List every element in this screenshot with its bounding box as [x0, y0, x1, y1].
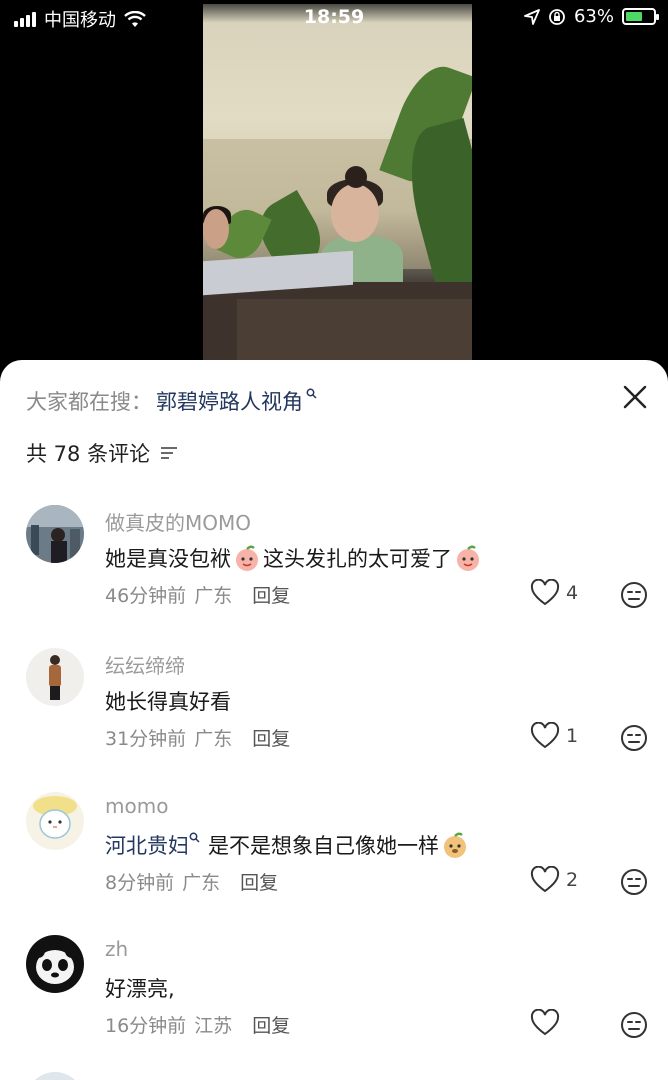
battery-icon — [622, 8, 659, 25]
avatar[interactable] — [26, 792, 84, 850]
mention-link[interactable]: 河北贵妇 — [105, 830, 189, 860]
comment-item: 纭纭缔缔 她长得真好看 31分钟前 广东 回复 1 — [0, 648, 668, 778]
dislike-face-icon[interactable] — [620, 1011, 648, 1039]
like-count: 1 — [566, 725, 579, 747]
comment-location: 江苏 — [194, 1015, 233, 1037]
sort-filter-icon[interactable] — [160, 445, 178, 461]
orientation-lock-icon — [549, 8, 565, 25]
avatar[interactable] — [26, 935, 84, 993]
comment-meta: 46分钟前 广东 回复 — [105, 581, 290, 608]
comment-count-label: 共 78 条评论 — [26, 442, 151, 466]
comment-text: 她是真没包袱 这头发扎的太可爱了 — [105, 543, 484, 573]
search-term-link[interactable]: 郭碧婷路人视角 — [156, 386, 303, 416]
heart-icon — [530, 1009, 560, 1036]
search-prefix: 大家都在搜： — [26, 390, 152, 414]
avatar[interactable] — [26, 505, 84, 563]
reply-button[interactable]: 回复 — [240, 868, 278, 895]
peach-emoji-icon — [457, 545, 479, 571]
comment-location: 广东 — [194, 585, 233, 607]
comment-text-part: 好漂亮, — [105, 977, 175, 1001]
heart-icon — [530, 579, 560, 606]
like-count: 2 — [566, 869, 579, 891]
dislike-face-icon[interactable] — [620, 581, 648, 609]
status-bar: 中国移动 18:59 63% — [0, 0, 668, 36]
comment-username[interactable]: zh — [105, 937, 128, 961]
dislike-face-icon[interactable] — [620, 724, 648, 752]
peach-emoji-icon — [236, 545, 258, 571]
search-icon — [306, 387, 317, 403]
avatar[interactable] — [26, 1072, 84, 1080]
comment-username[interactable]: 做真皮的MOMO — [105, 507, 251, 536]
reply-button[interactable]: 回复 — [252, 724, 290, 751]
like-button[interactable]: 1 — [530, 722, 578, 750]
battery-percent: 63% — [573, 6, 614, 27]
comment-location: 广东 — [194, 728, 233, 750]
comment-username[interactable]: 纭纭缔缔 — [105, 650, 185, 679]
comment-text-part: 她长得真好看 — [105, 690, 231, 714]
comment-count: 共 78 条评论 — [26, 438, 178, 468]
comment-sheet: 大家都在搜： 郭碧婷路人视角 共 78 条评论 做真皮的MOMO 她是真没包袱 … — [0, 360, 668, 1080]
reply-button[interactable]: 回复 — [252, 581, 290, 608]
comment-text-part: 是不是想象自己像她一样 — [208, 834, 439, 858]
location-icon — [524, 8, 540, 25]
video-player[interactable] — [0, 0, 668, 380]
comment-text-part: 她是真没包袱 — [105, 547, 231, 571]
comment-location: 广东 — [182, 872, 221, 894]
comment-item: zh 好漂亮, 16分钟前 江苏 回复 — [0, 935, 668, 1065]
comment-item: momo 河北贵妇 是不是想象自己像她一样 8分钟前 广东 回复 2 — [0, 792, 668, 922]
comment-item: 做真皮的MOMO 她是真没包袱 这头发扎的太可爱了 46分钟前 广东 回复 4 — [0, 505, 668, 635]
comment-meta: 16分钟前 江苏 回复 — [105, 1011, 290, 1038]
search-suggestion: 大家都在搜： 郭碧婷路人视角 — [26, 386, 317, 416]
dislike-face-icon[interactable] — [620, 868, 648, 896]
like-button[interactable]: 2 — [530, 866, 578, 894]
comment-username[interactable]: momo — [105, 794, 168, 818]
comment-text: 她长得真好看 — [105, 686, 231, 716]
search-icon — [189, 832, 200, 847]
reply-button[interactable]: 回复 — [252, 1011, 290, 1038]
video-frame[interactable] — [203, 4, 472, 380]
comment-meta: 8分钟前 广东 回复 — [105, 868, 278, 895]
like-button[interactable]: 4 — [530, 579, 578, 607]
like-count: 4 — [566, 582, 579, 604]
comment-text: 好漂亮, — [105, 973, 175, 1003]
avatar[interactable] — [26, 648, 84, 706]
doge-emoji-icon — [444, 832, 466, 858]
like-button[interactable] — [530, 1009, 566, 1037]
close-icon[interactable] — [622, 384, 648, 410]
comment-time: 31分钟前 — [105, 728, 187, 750]
comment-time: 16分钟前 — [105, 1015, 187, 1037]
heart-icon — [530, 722, 560, 749]
comment-text: 河北贵妇 是不是想象自己像她一样 — [105, 830, 471, 860]
comment-meta: 31分钟前 广东 回复 — [105, 724, 290, 751]
heart-icon — [530, 866, 560, 893]
comment-text-part: 这头发扎的太可爱了 — [263, 547, 452, 571]
comment-time: 8分钟前 — [105, 872, 175, 894]
comment-time: 46分钟前 — [105, 585, 187, 607]
